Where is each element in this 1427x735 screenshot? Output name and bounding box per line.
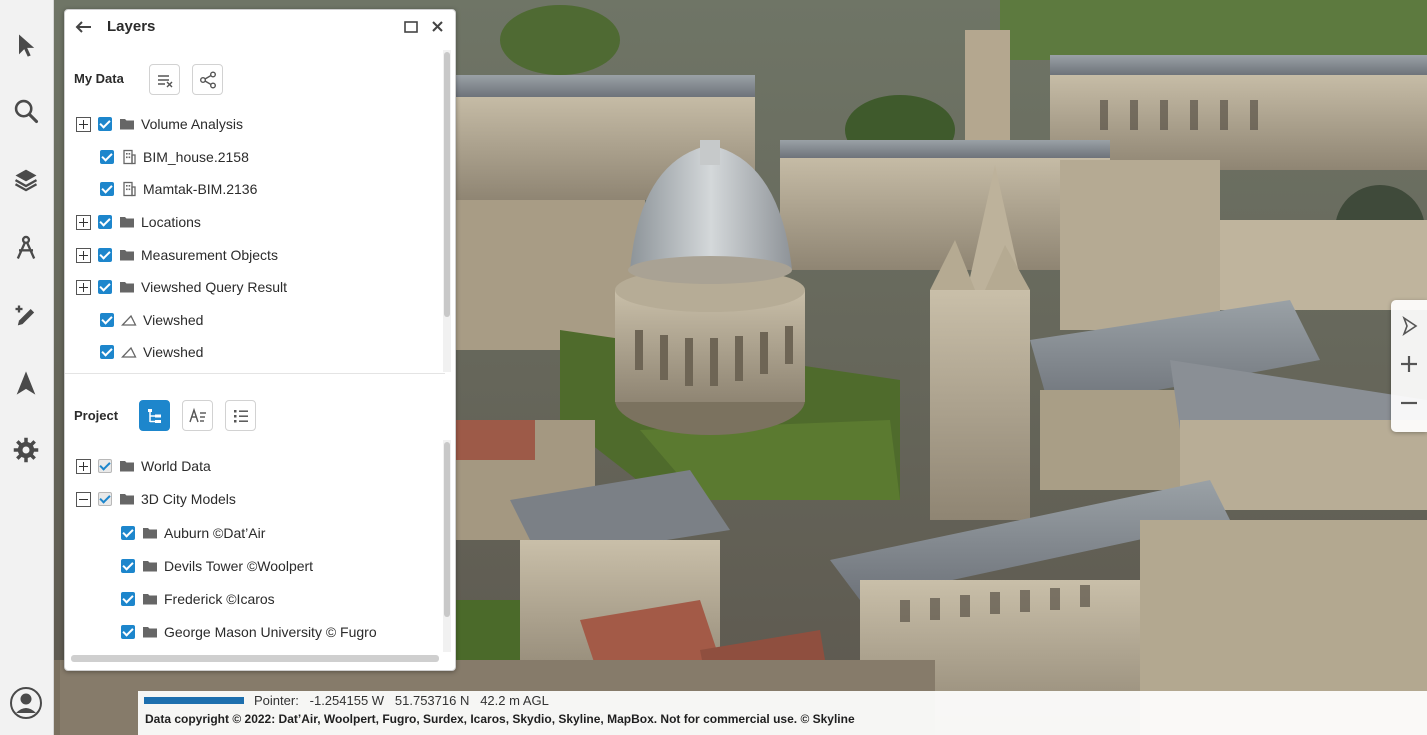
my-data-label: My Data — [74, 71, 124, 86]
viewshed-icon — [121, 344, 137, 360]
folder-icon — [142, 624, 158, 640]
zoom-in-icon[interactable] — [1395, 350, 1423, 378]
layer-label: 3D City Models — [141, 491, 236, 507]
layer-checkbox[interactable] — [100, 313, 114, 327]
layer-checkbox[interactable] — [98, 492, 112, 506]
navigate-icon[interactable] — [7, 364, 45, 402]
layer-label: Mamtak-BIM.2136 — [143, 181, 258, 197]
layer-checkbox[interactable] — [98, 248, 112, 262]
layer-row-measurement-objects[interactable]: Measurement Objects — [76, 243, 278, 267]
layer-label: Viewshed Query Result — [141, 279, 288, 295]
layer-checkbox[interactable] — [121, 526, 135, 540]
folder-icon — [119, 214, 135, 230]
layer-row-3d-city-models[interactable]: 3D City Models — [76, 487, 236, 511]
navigation-control — [1391, 300, 1427, 432]
horizontal-scrollbar[interactable] — [71, 655, 439, 662]
layer-label: Viewshed — [143, 344, 204, 360]
measure-icon[interactable] — [7, 229, 45, 267]
layer-row-george-mason[interactable]: George Mason University © Fugro — [121, 620, 377, 644]
status-bar: Pointer: -1.254155 W 51.753716 N 42.2 m … — [138, 691, 1427, 735]
copyright-notice: Data copyright © 2022: Dat’Air, Woolpert… — [145, 712, 855, 726]
cursor-icon[interactable] — [7, 26, 45, 64]
folder-icon — [142, 525, 158, 541]
search-icon[interactable] — [7, 92, 45, 130]
layer-row-devils-tower[interactable]: Devils Tower ©Woolpert — [121, 554, 313, 578]
collapse-icon[interactable] — [76, 491, 91, 507]
window-maximize-icon[interactable] — [403, 19, 419, 35]
close-icon[interactable] — [429, 18, 446, 35]
layer-row-viewshed-1[interactable]: Viewshed — [100, 308, 203, 332]
expand-icon[interactable] — [76, 458, 91, 474]
layer-row-bim-house[interactable]: BIM_house.2158 — [100, 145, 249, 169]
layer-checkbox[interactable] — [100, 182, 114, 196]
user-icon[interactable] — [9, 686, 43, 720]
layer-row-auburn[interactable]: Auburn ©Dat’Air — [121, 521, 265, 545]
pointer-coordinates: Pointer: -1.254155 W 51.753716 N 42.2 m … — [254, 693, 549, 708]
building-icon — [121, 149, 137, 165]
layer-checkbox[interactable] — [121, 592, 135, 606]
zoom-out-icon[interactable] — [1395, 389, 1423, 417]
panel-title: Layers — [107, 18, 156, 35]
folder-icon — [142, 558, 158, 574]
folder-icon — [119, 247, 135, 263]
layer-row-viewshed-2[interactable]: Viewshed — [100, 340, 203, 364]
layer-label: Volume Analysis — [141, 116, 243, 132]
layer-checkbox[interactable] — [98, 117, 112, 131]
layers-icon[interactable] — [7, 160, 45, 198]
tool-rail — [0, 0, 54, 735]
section-divider — [65, 373, 445, 374]
layer-row-viewshed-query-result[interactable]: Viewshed Query Result — [76, 275, 287, 299]
layer-label: George Mason University © Fugro — [164, 624, 377, 640]
layer-row-frederick[interactable]: Frederick ©Icaros — [121, 587, 275, 611]
compass-icon[interactable] — [1395, 312, 1423, 340]
layer-checkbox[interactable] — [98, 459, 112, 473]
sort-alpha-icon[interactable] — [182, 400, 213, 431]
folder-icon — [119, 458, 135, 474]
layer-row-mamtak-bim[interactable]: Mamtak-BIM.2136 — [100, 177, 257, 201]
draw-icon[interactable] — [7, 297, 45, 335]
layer-label: Frederick ©Icaros — [164, 591, 275, 607]
share-icon[interactable] — [192, 64, 223, 95]
folder-icon — [119, 491, 135, 507]
layer-checkbox[interactable] — [121, 625, 135, 639]
layer-label: Viewshed — [143, 312, 204, 328]
layers-panel: Layers My Data Volume Analysis BIM_house… — [64, 9, 456, 671]
layer-label: World Data — [141, 458, 211, 474]
settings-icon[interactable] — [7, 431, 45, 469]
layer-checkbox[interactable] — [98, 280, 112, 294]
layer-label: Auburn ©Dat’Air — [164, 525, 266, 541]
list-view-icon[interactable] — [225, 400, 256, 431]
layer-label: Locations — [141, 214, 201, 230]
expand-icon[interactable] — [76, 247, 91, 263]
clear-list-icon[interactable] — [149, 64, 180, 95]
my-data-scroll-thumb[interactable] — [444, 52, 450, 317]
expand-icon[interactable] — [76, 116, 91, 132]
layer-row-world-data[interactable]: World Data — [76, 454, 211, 478]
layer-checkbox[interactable] — [98, 215, 112, 229]
layer-label: BIM_house.2158 — [143, 149, 249, 165]
expand-icon[interactable] — [76, 214, 91, 230]
layer-checkbox[interactable] — [100, 150, 114, 164]
layer-checkbox[interactable] — [121, 559, 135, 573]
panel-header: Layers — [65, 10, 455, 44]
layer-label: Devils Tower ©Woolpert — [164, 558, 314, 574]
folder-icon — [142, 591, 158, 607]
layer-row-locations[interactable]: Locations — [76, 210, 201, 234]
tree-view-icon[interactable] — [139, 400, 170, 431]
layer-checkbox[interactable] — [100, 345, 114, 359]
project-scroll-thumb[interactable] — [444, 442, 450, 617]
arrow-left-icon[interactable] — [73, 16, 95, 38]
scale-bar — [144, 697, 244, 704]
expand-icon[interactable] — [76, 279, 91, 295]
layer-label: Measurement Objects — [141, 247, 278, 263]
viewshed-icon — [121, 312, 137, 328]
folder-icon — [119, 116, 135, 132]
building-icon — [121, 181, 137, 197]
project-label: Project — [74, 408, 119, 423]
folder-icon — [119, 279, 135, 295]
layer-row-volume-analysis[interactable]: Volume Analysis — [76, 112, 243, 136]
